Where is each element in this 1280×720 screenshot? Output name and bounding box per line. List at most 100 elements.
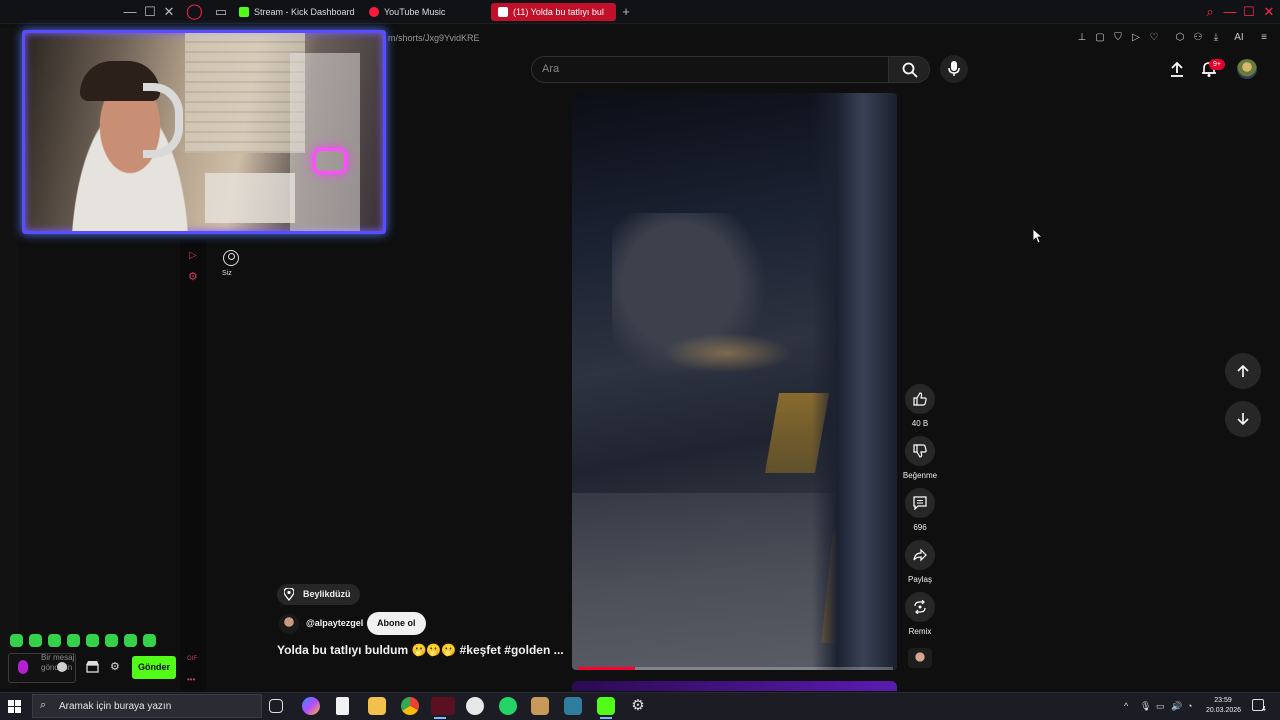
remix-icon xyxy=(914,600,926,614)
play-icon[interactable]: ▷ xyxy=(1130,32,1142,44)
chat-play-icon[interactable]: ▷ xyxy=(189,250,197,261)
tab-label: (11) Yolda bu tatlıyı bul xyxy=(513,7,604,17)
remix-button[interactable] xyxy=(905,592,935,622)
subscribe-button[interactable]: Abone ol xyxy=(367,612,426,635)
video-progress-fill xyxy=(578,667,635,670)
upload-icon[interactable] xyxy=(1168,60,1186,78)
channel-name[interactable]: @alpaytezgel xyxy=(306,618,363,628)
next-short-button[interactable] xyxy=(1225,401,1261,437)
tray-volume-icon[interactable]: 🔊 xyxy=(1171,701,1182,712)
taskbar-search-icon: ⌕ xyxy=(40,699,47,711)
kick-icon xyxy=(239,7,249,17)
window-minimize-icon[interactable]: — xyxy=(1222,4,1238,20)
shorts-video-player[interactable] xyxy=(572,93,897,670)
clock-date: 20.03.2026 xyxy=(1206,707,1242,714)
heart-icon[interactable]: ♡ xyxy=(1148,32,1160,44)
tab-overview-icon[interactable]: ▭ xyxy=(213,4,229,20)
emote-icon[interactable] xyxy=(48,634,61,647)
extensions-icon[interactable]: ⬡ xyxy=(1174,32,1186,44)
emote-icon[interactable] xyxy=(10,634,23,647)
window-maximize-icon[interactable]: ☐ xyxy=(1241,4,1257,20)
store-icon[interactable] xyxy=(86,661,99,673)
emoji-icon[interactable] xyxy=(57,662,67,672)
pin-icon[interactable]: ⊥ xyxy=(1076,32,1088,44)
chat-settings-icon[interactable]: ⚙ xyxy=(188,270,198,283)
chat-settings-gear-icon[interactable]: ⚙ xyxy=(110,661,122,673)
account-icon[interactable]: ⚇ xyxy=(1192,32,1204,44)
window-close-icon[interactable]: ✕ xyxy=(1261,4,1277,20)
dislike-button[interactable] xyxy=(905,436,935,466)
close-icon[interactable]: ✕ xyxy=(161,4,177,20)
video-title[interactable]: Yolda bu tatlıyı buldum 🫢🫢🫢 #keşfet #gol… xyxy=(277,643,564,657)
previous-short-button[interactable] xyxy=(1225,353,1261,389)
like-count: 40 B xyxy=(911,419,929,428)
settings-gear-icon[interactable]: ⚙ xyxy=(629,697,647,715)
search-icon xyxy=(902,62,918,78)
emote-icon[interactable] xyxy=(105,634,118,647)
tray-mic-icon[interactable]: 🎙 xyxy=(1140,701,1151,712)
search-button[interactable] xyxy=(888,56,930,83)
opera-taskbar-icon[interactable] xyxy=(431,697,455,719)
emote-icon[interactable] xyxy=(86,634,99,647)
mic-icon xyxy=(948,61,960,76)
media-app-icon[interactable] xyxy=(531,697,549,715)
avatar[interactable] xyxy=(1237,59,1257,79)
tray-sync-icon[interactable]: ◔ xyxy=(1187,701,1192,711)
kick-taskbar-icon[interactable] xyxy=(597,697,615,719)
voice-search-button[interactable] xyxy=(940,55,968,83)
emote-icon[interactable] xyxy=(124,634,137,647)
tab-label: YouTube Music xyxy=(384,7,446,17)
webcam-overlay xyxy=(22,30,386,234)
like-button[interactable] xyxy=(905,384,935,414)
tray-chevron-icon[interactable]: ^ xyxy=(1124,701,1128,711)
send-button[interactable]: Gönder xyxy=(132,656,177,679)
whatsapp-icon[interactable] xyxy=(499,697,517,715)
gif-button[interactable]: GIF xyxy=(187,656,197,662)
downloader-icon[interactable] xyxy=(564,697,582,715)
tray-network-icon[interactable]: ▭ xyxy=(1156,701,1165,712)
notification-count: 4 xyxy=(1262,706,1266,713)
channel-avatar[interactable] xyxy=(279,614,299,634)
opera-icon[interactable]: ◯ xyxy=(186,4,203,20)
new-tab-button[interactable]: + xyxy=(618,4,634,20)
account-circle-icon[interactable] xyxy=(223,250,239,266)
copilot-icon[interactable] xyxy=(302,697,320,715)
ai-icon[interactable]: AI xyxy=(1230,32,1248,44)
mouse-cursor-icon xyxy=(1033,229,1043,243)
search-tabs-icon[interactable]: ⌕ xyxy=(1202,4,1218,20)
more-options-icon[interactable]: ••• xyxy=(187,675,195,684)
arrow-up-icon xyxy=(1237,364,1249,377)
search-input[interactable] xyxy=(531,56,889,83)
share-icon xyxy=(913,548,927,562)
chat-mic-icon[interactable] xyxy=(18,660,28,674)
emote-icon[interactable] xyxy=(67,634,80,647)
emote-bar xyxy=(10,634,156,647)
minimize-icon[interactable]: — xyxy=(122,4,138,20)
menu-icon[interactable]: ≡ xyxy=(1258,32,1270,44)
tab-youtube-shorts[interactable]: (11) Yolda bu tatlıyı bul xyxy=(491,3,616,21)
tab-kick-dashboard[interactable]: Stream - Kick Dashboard xyxy=(232,3,357,21)
next-video-preview xyxy=(572,681,897,691)
file-explorer-icon[interactable] xyxy=(368,697,386,715)
thumbs-up-icon xyxy=(913,392,927,406)
taskbar-clock[interactable]: 23:59 20.03.2026 xyxy=(1206,696,1242,716)
url-text[interactable]: m/shorts/Jxg9YvidKRE xyxy=(388,33,480,43)
share-label: Paylaş xyxy=(907,575,932,584)
shield-icon[interactable]: ⛉ xyxy=(1112,32,1124,44)
sound-source-avatar[interactable] xyxy=(908,648,932,668)
emote-icon[interactable] xyxy=(29,634,42,647)
snapshot-icon[interactable]: ▢ xyxy=(1094,32,1106,44)
task-view-icon[interactable] xyxy=(269,699,283,713)
remix-label: Remix xyxy=(908,627,932,636)
comments-button[interactable] xyxy=(905,488,935,518)
share-button[interactable] xyxy=(905,540,935,570)
emote-icon[interactable] xyxy=(143,634,156,647)
app-icon[interactable] xyxy=(466,697,484,715)
chrome-icon[interactable] xyxy=(401,697,419,715)
download-icon[interactable]: ⤓ xyxy=(1210,32,1222,44)
tab-youtube-music[interactable]: YouTube Music xyxy=(362,3,482,21)
maximize-icon[interactable]: ☐ xyxy=(142,4,158,20)
windows-start-icon[interactable] xyxy=(8,700,21,713)
notepad-icon[interactable] xyxy=(336,697,349,715)
comment-icon xyxy=(913,496,927,510)
